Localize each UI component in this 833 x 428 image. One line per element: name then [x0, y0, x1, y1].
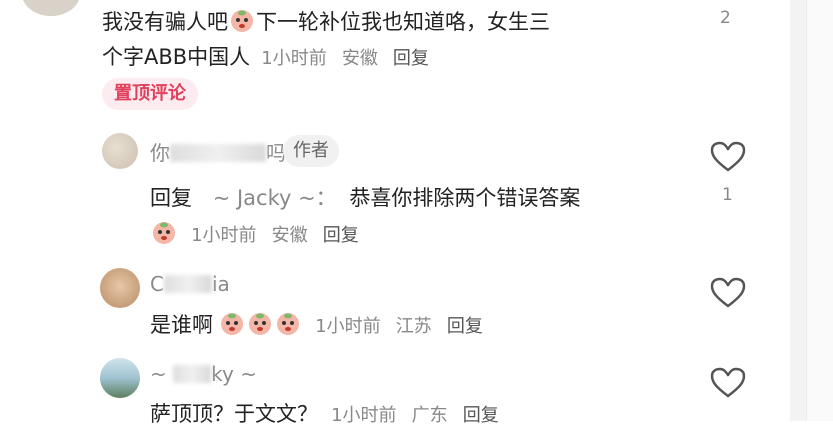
comment-text: 是谁啊 — [150, 313, 213, 337]
reply-button[interactable]: 回复 — [323, 225, 359, 246]
reply-text: 回复 ~ Jacky ~： 恭喜你排除两个错误答案 — [150, 182, 580, 212]
comment-location: 江苏 — [395, 316, 432, 337]
comment-text: 萨顶顶？于文文？ — [150, 402, 318, 426]
blurred-username-segment — [170, 144, 266, 162]
comment-row: 是谁啊 1小时前 江苏 回复 — [150, 309, 483, 339]
username-part: 你 — [150, 141, 170, 165]
blurred-username-segment — [163, 275, 212, 293]
avatar[interactable] — [102, 133, 138, 169]
comment-line-2: 个字ABB中国人 1小时前 安徽 回复 — [102, 41, 429, 71]
crying-peach-emoji-icon — [231, 10, 253, 32]
crying-peach-emoji-icon — [153, 222, 175, 244]
comment-text-part: 个字ABB中国人 — [102, 45, 251, 69]
username[interactable]: 你吗 — [150, 137, 286, 166]
username[interactable]: Cia — [150, 272, 230, 296]
comment-meta-row: 1小时前 安徽 回复 — [150, 219, 359, 247]
crying-peach-emoji-icon — [277, 313, 300, 335]
reply-button[interactable]: 回复 — [447, 316, 483, 337]
comment-time: 1小时前 — [261, 48, 327, 69]
reply-button[interactable]: 回复 — [393, 48, 429, 69]
comment-text-part: 我没有骗人吧 — [102, 10, 228, 34]
reply-content: 恭喜你排除两个错误答案 — [349, 186, 581, 210]
crying-peach-emoji-icon — [221, 313, 244, 335]
heart-outline-icon[interactable] — [710, 277, 746, 309]
username-part: ~ — [150, 362, 174, 386]
username-part: ia — [211, 272, 230, 296]
comment-location: 安徽 — [271, 225, 308, 246]
reply-button[interactable]: 回复 — [463, 405, 499, 426]
username-part: ky ~ — [211, 362, 257, 386]
like-count: 2 — [720, 8, 731, 28]
right-scroll-gutter — [790, 0, 833, 421]
comment-location: 安徽 — [341, 48, 378, 69]
crying-peach-emoji-icon — [249, 313, 272, 335]
heart-outline-icon[interactable] — [710, 367, 746, 399]
comment-time: 1小时前 — [191, 225, 257, 246]
comment-time: 1小时前 — [315, 316, 381, 337]
like-count: 1 — [722, 185, 733, 205]
heart-outline-icon[interactable] — [710, 141, 746, 173]
comment-text: 我没有骗人吧 下一轮补位我也知道咯，女生三 — [102, 6, 550, 36]
author-badge: 作者 — [283, 135, 339, 167]
username-part: C — [150, 272, 164, 296]
scrollbar-track[interactable] — [806, 0, 833, 421]
comment-location: 广东 — [411, 405, 448, 426]
comment-time: 1小时前 — [331, 405, 397, 426]
avatar[interactable] — [22, 0, 80, 16]
comment-row: 萨顶顶？于文文？ 1小时前 广东 回复 — [150, 398, 499, 428]
reply-to-user[interactable]: ~ Jacky ~： — [213, 186, 337, 210]
blurred-username-segment — [173, 365, 212, 383]
comment-panel: 我没有骗人吧 下一轮补位我也知道咯，女生三 个字ABB中国人 1小时前 安徽 回复… — [0, 0, 790, 426]
pinned-comment-badge: 置顶评论 — [102, 78, 198, 110]
username[interactable]: ~ ky ~ — [150, 362, 257, 386]
avatar[interactable] — [100, 268, 140, 308]
comment-text-part: 下一轮补位我也知道咯，女生三 — [256, 10, 550, 34]
reply-prefix: 回复 — [150, 186, 192, 210]
avatar[interactable] — [100, 358, 140, 398]
